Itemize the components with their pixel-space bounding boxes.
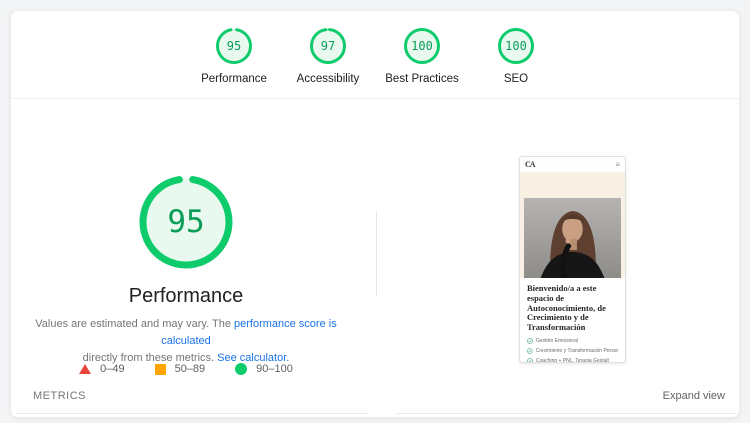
score-value: 97: [320, 39, 336, 53]
performance-section-title: Performance: [128, 285, 244, 307]
score-link-seo[interactable]: 100 SEO: [470, 27, 562, 85]
check-circle-icon: [527, 348, 533, 354]
best-practices-gauge-small: 100: [403, 27, 441, 65]
scores-summary-row: 95 Performance 97 Accessibility 100 Best…: [11, 11, 739, 99]
score-value: 100: [411, 39, 433, 53]
score-scale-legend: 0–49 50–89 90–100: [11, 363, 361, 375]
red-triangle-icon: [79, 364, 92, 374]
check-circle-icon: [527, 338, 533, 344]
performance-disclaimer: Values are estimated and may vary. The p…: [21, 316, 351, 367]
seo-gauge-small: 100: [497, 27, 535, 65]
legend-item-pass: 90–100: [235, 363, 293, 375]
score-label: SEO: [503, 73, 529, 85]
screenshot-welcome-heading: Bienvenido/a a este espacio de Autoconoc…: [527, 283, 606, 333]
hamburger-menu-icon: ≡: [615, 159, 620, 169]
screenshot-site-header: CA ≡: [520, 157, 625, 172]
score-label: Accessibility: [296, 73, 360, 85]
woman-portrait-photo: [524, 198, 621, 278]
site-logo: CA: [525, 160, 536, 169]
list-item: Coaching + PNL. Terapia Gestalt: [527, 357, 618, 363]
expand-view-button[interactable]: Expand view: [663, 390, 725, 402]
lighthouse-report-card: 95 Performance 97 Accessibility 100 Best…: [10, 10, 740, 418]
score-link-performance[interactable]: 95 Performance: [188, 27, 280, 85]
score-value: 100: [505, 39, 527, 53]
accessibility-gauge-small: 97: [309, 27, 347, 65]
metrics-left-column-divider: [16, 413, 369, 414]
performance-score-value: 95: [167, 204, 205, 240]
score-label: Best Practices: [385, 73, 459, 85]
list-item-text: Gestión Emocional: [536, 337, 578, 344]
green-circle-icon: [235, 363, 248, 375]
score-link-accessibility[interactable]: 97 Accessibility: [282, 27, 374, 85]
score-label: Performance: [201, 73, 267, 85]
score-link-best-practices[interactable]: 100 Best Practices: [376, 27, 468, 85]
orange-square-icon: [154, 363, 166, 375]
legend-range: 50–89: [174, 363, 206, 375]
legend-range: 0–49: [100, 363, 125, 375]
performance-gauge-large: 95: [138, 174, 234, 270]
list-item: Crecimiento y Transformación Personal: [527, 348, 618, 354]
disclaimer-text: Values are estimated and may vary. The: [35, 318, 234, 330]
list-item: Gestión Emocional: [527, 338, 618, 344]
legend-range: 90–100: [256, 363, 293, 375]
performance-gauge-small: 95: [215, 27, 253, 65]
metrics-right-column-divider: [396, 413, 736, 414]
column-divider: [376, 211, 377, 296]
score-value: 95: [226, 39, 242, 53]
legend-item-fail: 0–49: [79, 363, 125, 375]
list-item-text: Crecimiento y Transformación Personal: [535, 347, 618, 354]
screenshot-hero-section: [520, 172, 625, 278]
legend-item-average: 50–89: [154, 363, 206, 375]
metrics-section-header: METRICS: [33, 390, 86, 402]
check-circle-icon: [527, 358, 533, 362]
list-item-text: Coaching + PNL. Terapia Gestalt: [536, 357, 609, 363]
final-screenshot-thumbnail[interactable]: CA ≡ Bienvenido/a a este espacio de Auto…: [519, 156, 626, 363]
screenshot-feature-list: Gestión Emocional Crecimiento y Transfor…: [520, 336, 625, 363]
